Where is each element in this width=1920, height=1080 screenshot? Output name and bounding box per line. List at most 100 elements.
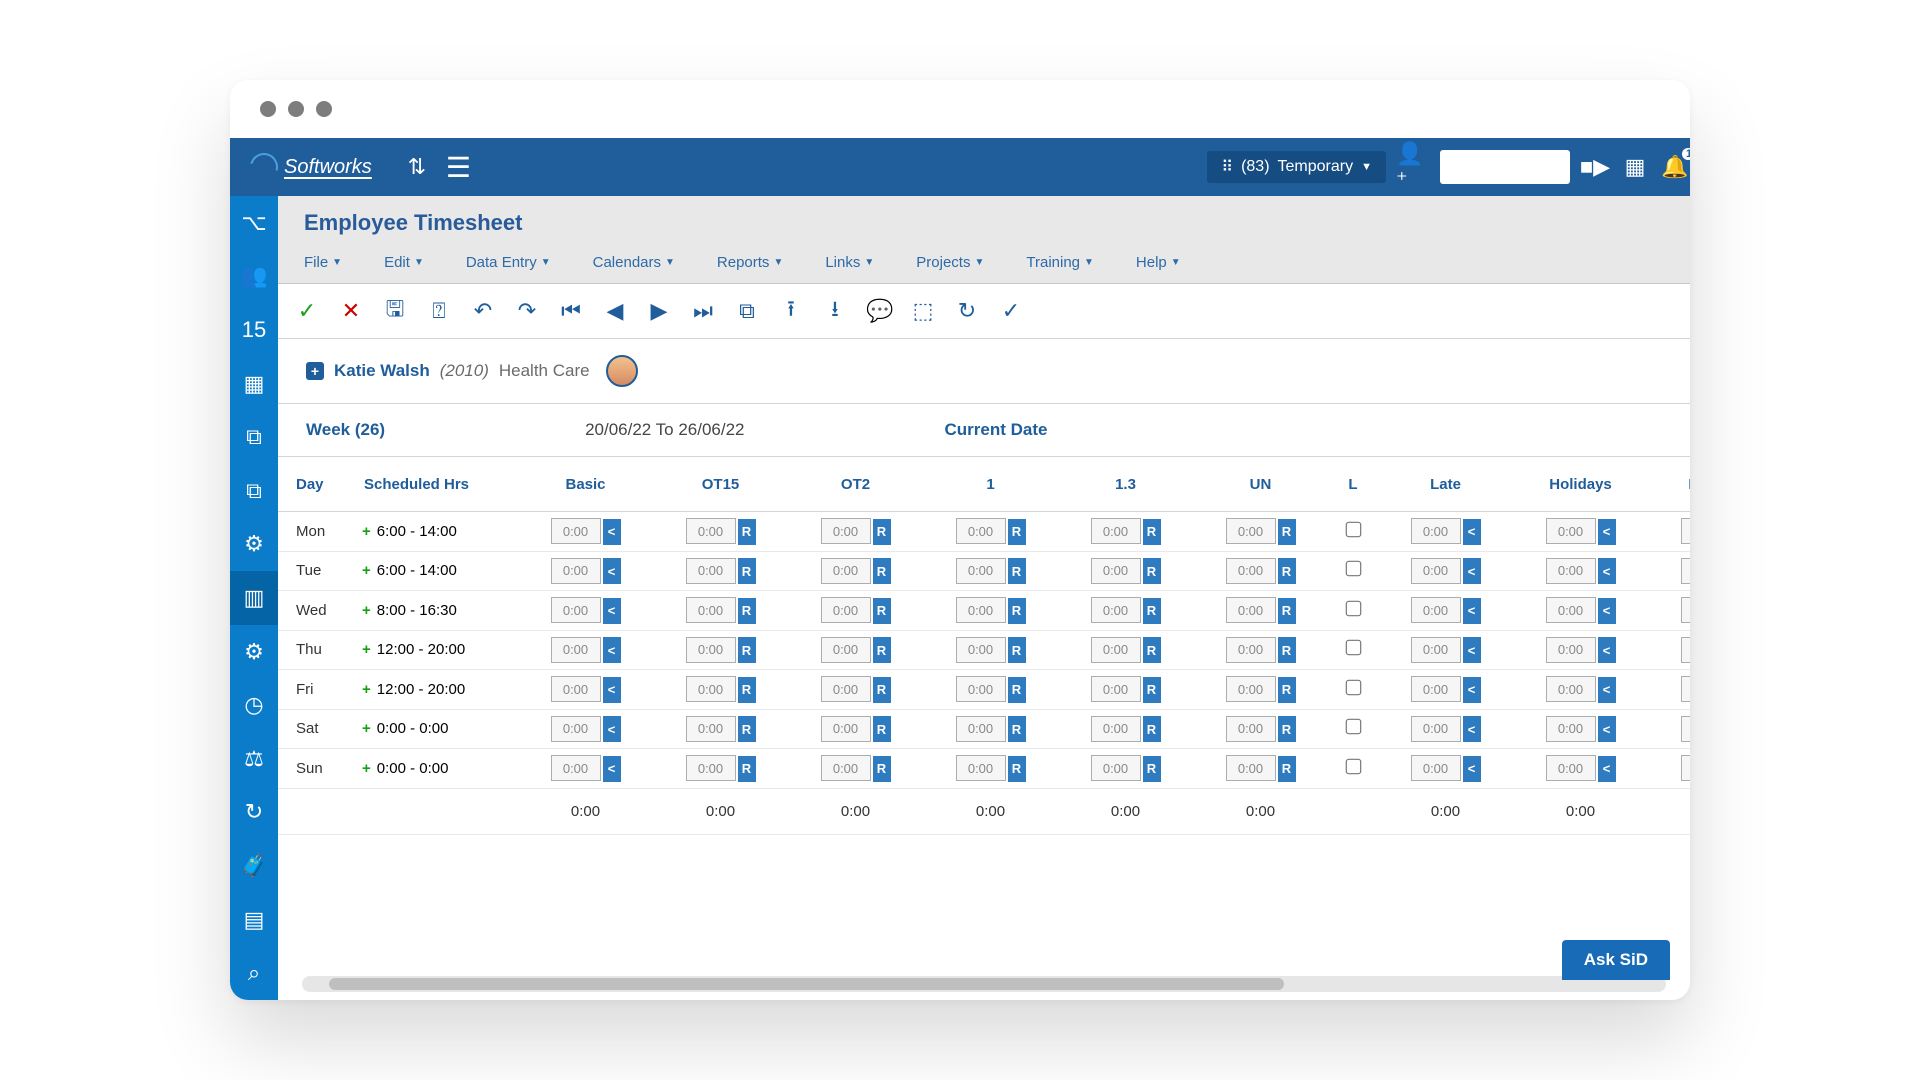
time-input[interactable]: [1411, 676, 1461, 702]
last-icon[interactable]: ⏭: [690, 298, 716, 324]
r-chip[interactable]: R: [1278, 519, 1296, 545]
time-input[interactable]: [1681, 637, 1691, 663]
menu-links[interactable]: Links▼: [825, 254, 874, 271]
time-input[interactable]: [821, 597, 871, 623]
add-row-button[interactable]: +: [362, 681, 371, 698]
nav-scales-icon[interactable]: ⚖: [230, 732, 278, 786]
time-input[interactable]: [1091, 637, 1141, 663]
menu-file[interactable]: File▼: [304, 254, 342, 271]
check-l[interactable]: [1345, 601, 1361, 617]
r-chip[interactable]: R: [1008, 716, 1026, 742]
time-input[interactable]: [1091, 716, 1141, 742]
r-chip[interactable]: R: [1278, 637, 1296, 663]
window-zoom-dot[interactable]: [316, 101, 332, 117]
r-chip[interactable]: R: [873, 558, 891, 584]
lt-chip[interactable]: <: [603, 558, 621, 584]
menu-training[interactable]: Training▼: [1026, 254, 1094, 271]
time-input[interactable]: [1546, 637, 1596, 663]
sort-toggle-icon[interactable]: ⇅: [402, 152, 432, 182]
nav-org-icon[interactable]: ⌥: [230, 196, 278, 250]
lt-chip[interactable]: <: [1463, 756, 1481, 782]
time-input[interactable]: [1546, 676, 1596, 702]
r-chip[interactable]: R: [1008, 519, 1026, 545]
cancel-icon[interactable]: ✕: [338, 298, 364, 324]
r-chip[interactable]: R: [1008, 558, 1026, 584]
time-input[interactable]: [686, 558, 736, 584]
time-input[interactable]: [1411, 558, 1461, 584]
r-chip[interactable]: R: [1143, 716, 1161, 742]
r-chip[interactable]: R: [873, 598, 891, 624]
time-input[interactable]: [1226, 597, 1276, 623]
time-input[interactable]: [956, 637, 1006, 663]
undo-icon[interactable]: ↶: [470, 298, 496, 324]
nav-user-cog-icon[interactable]: ⚙: [230, 518, 278, 572]
time-input[interactable]: [1411, 755, 1461, 781]
time-input[interactable]: [1226, 558, 1276, 584]
r-chip[interactable]: R: [873, 637, 891, 663]
prev-icon[interactable]: ◀: [602, 298, 628, 324]
nav-search-icon[interactable]: ⌕: [230, 946, 278, 1000]
r-chip[interactable]: R: [1143, 519, 1161, 545]
r-chip[interactable]: R: [873, 756, 891, 782]
r-chip[interactable]: R: [873, 677, 891, 703]
r-chip[interactable]: R: [1008, 598, 1026, 624]
lt-chip[interactable]: <: [1463, 716, 1481, 742]
nav-user-gear-icon[interactable]: ⚙: [230, 625, 278, 679]
time-input[interactable]: [551, 637, 601, 663]
lt-chip[interactable]: <: [1598, 519, 1616, 545]
time-input[interactable]: [1091, 755, 1141, 781]
lt-chip[interactable]: <: [1598, 677, 1616, 703]
time-input[interactable]: [1546, 755, 1596, 781]
time-input[interactable]: [821, 637, 871, 663]
nav-copy-icon[interactable]: ⧉: [230, 464, 278, 518]
time-input[interactable]: [1681, 518, 1691, 544]
time-input[interactable]: [1681, 676, 1691, 702]
time-input[interactable]: [1411, 518, 1461, 544]
lt-chip[interactable]: <: [603, 677, 621, 703]
r-chip[interactable]: R: [1143, 756, 1161, 782]
time-input[interactable]: [1546, 716, 1596, 742]
scrollbar-thumb[interactable]: [329, 978, 1284, 990]
person-icon[interactable]: ⍰: [426, 298, 452, 324]
r-chip[interactable]: R: [1278, 677, 1296, 703]
comment-icon[interactable]: 💬: [866, 298, 892, 324]
add-row-button[interactable]: +: [362, 523, 371, 540]
time-input[interactable]: [1411, 597, 1461, 623]
add-row-button[interactable]: +: [362, 760, 371, 777]
upload-icon[interactable]: ⭱: [778, 292, 804, 330]
calendar-add-icon[interactable]: ⧉: [734, 298, 760, 324]
nav-history-icon[interactable]: ↻: [230, 786, 278, 840]
menu-calendars[interactable]: Calendars▼: [593, 254, 675, 271]
lt-chip[interactable]: <: [1598, 756, 1616, 782]
context-tag-dropdown[interactable]: ⠿ (83) Temporary ▼: [1207, 151, 1386, 183]
time-input[interactable]: [956, 518, 1006, 544]
r-chip[interactable]: R: [1008, 677, 1026, 703]
time-input[interactable]: [821, 676, 871, 702]
lt-chip[interactable]: <: [1463, 637, 1481, 663]
time-input[interactable]: [686, 676, 736, 702]
time-input[interactable]: [821, 518, 871, 544]
r-chip[interactable]: R: [738, 558, 756, 584]
check-l[interactable]: [1345, 521, 1361, 537]
time-input[interactable]: [1411, 716, 1461, 742]
lt-chip[interactable]: <: [1598, 558, 1616, 584]
r-chip[interactable]: R: [738, 677, 756, 703]
add-user-icon[interactable]: 👤⁺: [1396, 152, 1426, 182]
nav-clock-icon[interactable]: ◷: [230, 678, 278, 732]
window-minimize-dot[interactable]: [288, 101, 304, 117]
nav-calendar-grid-icon[interactable]: ▦: [230, 357, 278, 411]
lt-chip[interactable]: <: [1463, 677, 1481, 703]
lt-chip[interactable]: <: [1463, 598, 1481, 624]
time-input[interactable]: [1226, 755, 1276, 781]
menu-help[interactable]: Help▼: [1136, 254, 1181, 271]
redo-icon[interactable]: ↷: [514, 298, 540, 324]
time-input[interactable]: [1091, 558, 1141, 584]
time-input[interactable]: [1546, 558, 1596, 584]
r-chip[interactable]: R: [1143, 677, 1161, 703]
r-chip[interactable]: R: [738, 716, 756, 742]
menu-reports[interactable]: Reports▼: [717, 254, 783, 271]
time-input[interactable]: [1681, 597, 1691, 623]
lt-chip[interactable]: <: [603, 519, 621, 545]
refresh-icon[interactable]: ↻: [954, 298, 980, 324]
lt-chip[interactable]: <: [603, 637, 621, 663]
